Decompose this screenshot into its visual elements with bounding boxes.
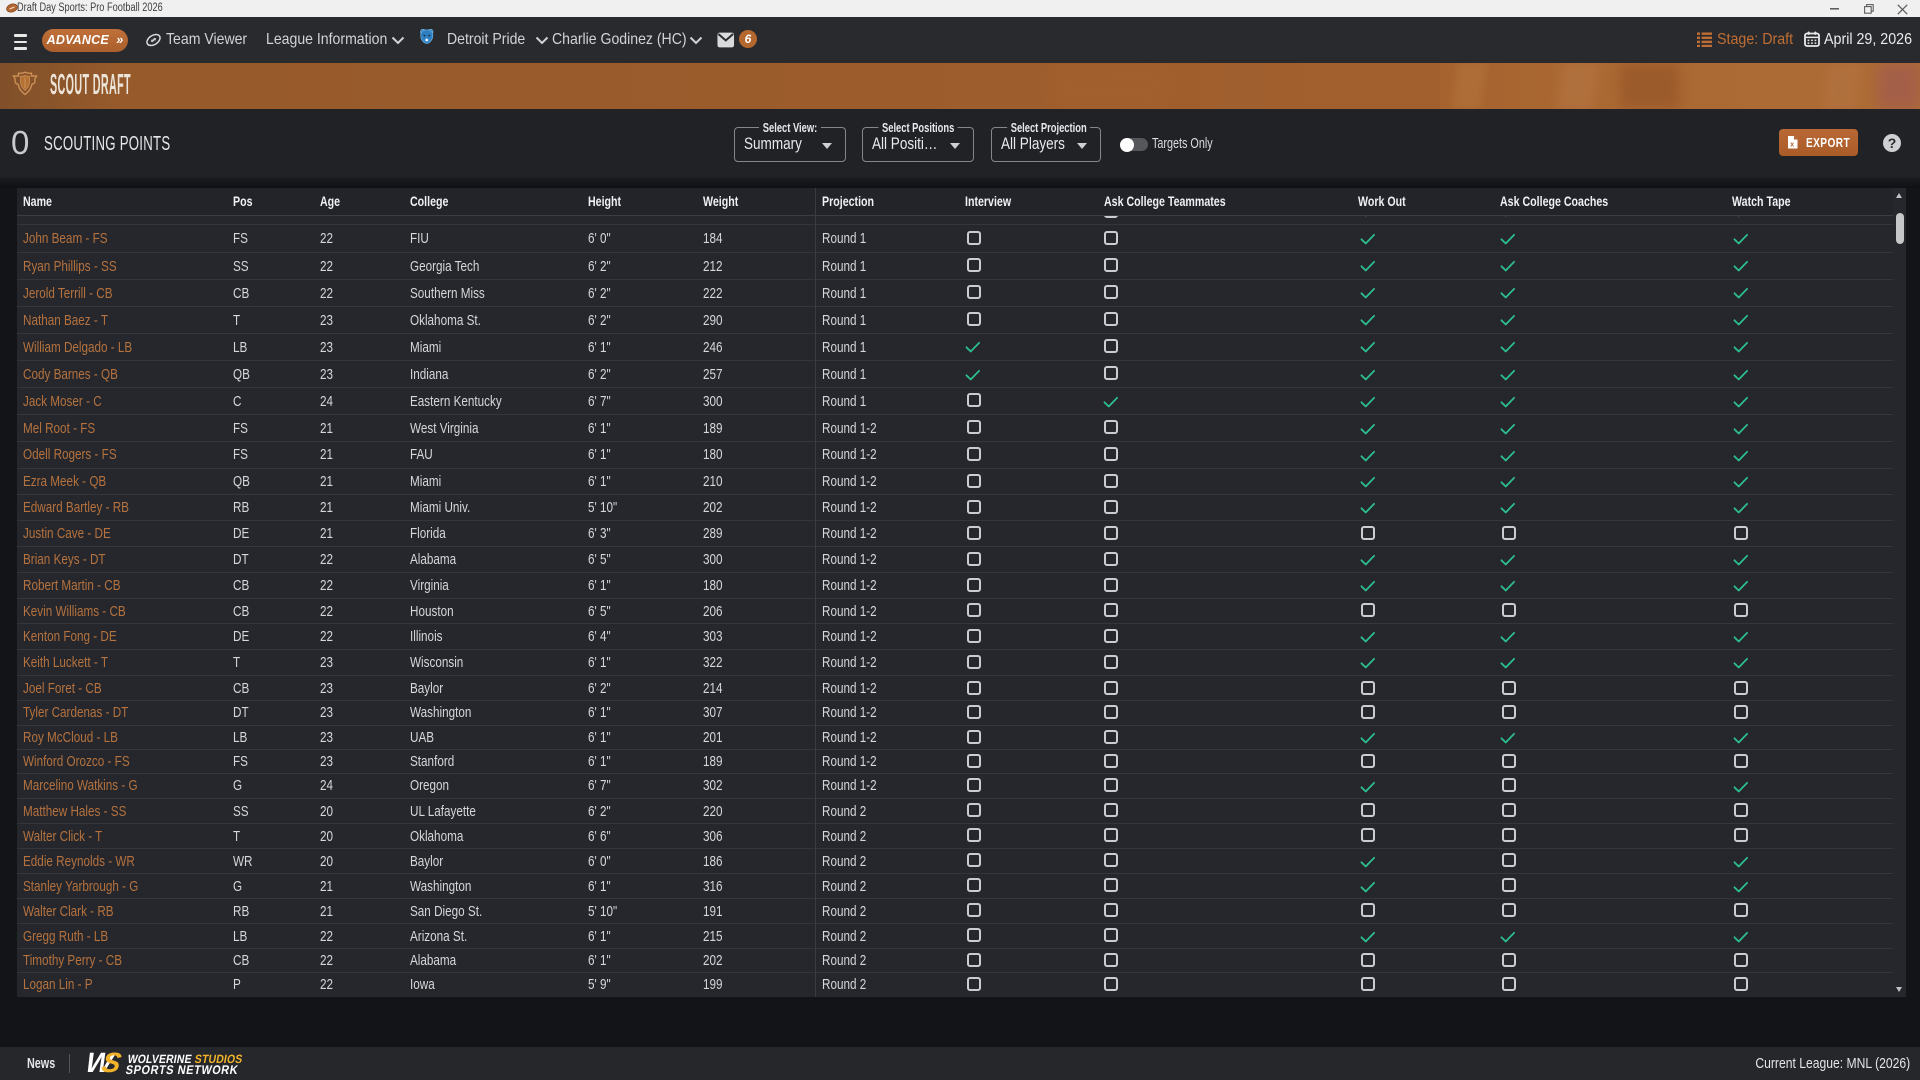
svg-text:x: x: [1790, 142, 1794, 149]
